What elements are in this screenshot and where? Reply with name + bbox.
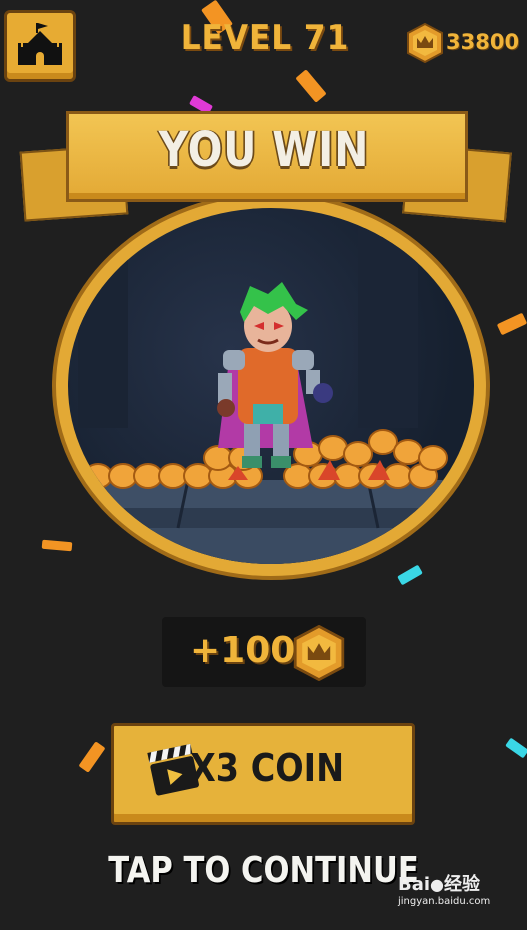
baidu-watermark: Bai●经验 jingyan.baidu.com	[398, 870, 523, 920]
castle-icon	[18, 23, 62, 65]
confetti-piece	[41, 539, 73, 552]
victory-scene-frame	[52, 192, 490, 580]
hero-scene-illustration	[68, 228, 474, 564]
crown-coin-icon	[291, 624, 347, 685]
reward-amount: +100	[190, 630, 296, 671]
crown-coin-icon	[405, 22, 445, 67]
coin-total: 33800	[446, 30, 520, 54]
confetti-piece	[496, 312, 527, 336]
win-title: YOU WIN	[158, 122, 370, 178]
confetti-piece	[505, 737, 527, 759]
watermark-url: jingyan.baidu.com	[398, 896, 491, 907]
confetti-piece	[78, 741, 106, 773]
level-title: LEVEL 71	[180, 18, 350, 58]
home-castle-button[interactable]	[4, 10, 76, 82]
confetti-piece	[397, 564, 423, 586]
confetti-piece	[295, 69, 327, 103]
x3-coin-label: X3 COIN	[190, 746, 345, 790]
watermark-brand: Bai	[398, 874, 431, 895]
victory-scene	[68, 208, 474, 564]
watermark-brand-cn: 经验	[444, 874, 481, 895]
paw-icon: ●	[430, 875, 445, 894]
